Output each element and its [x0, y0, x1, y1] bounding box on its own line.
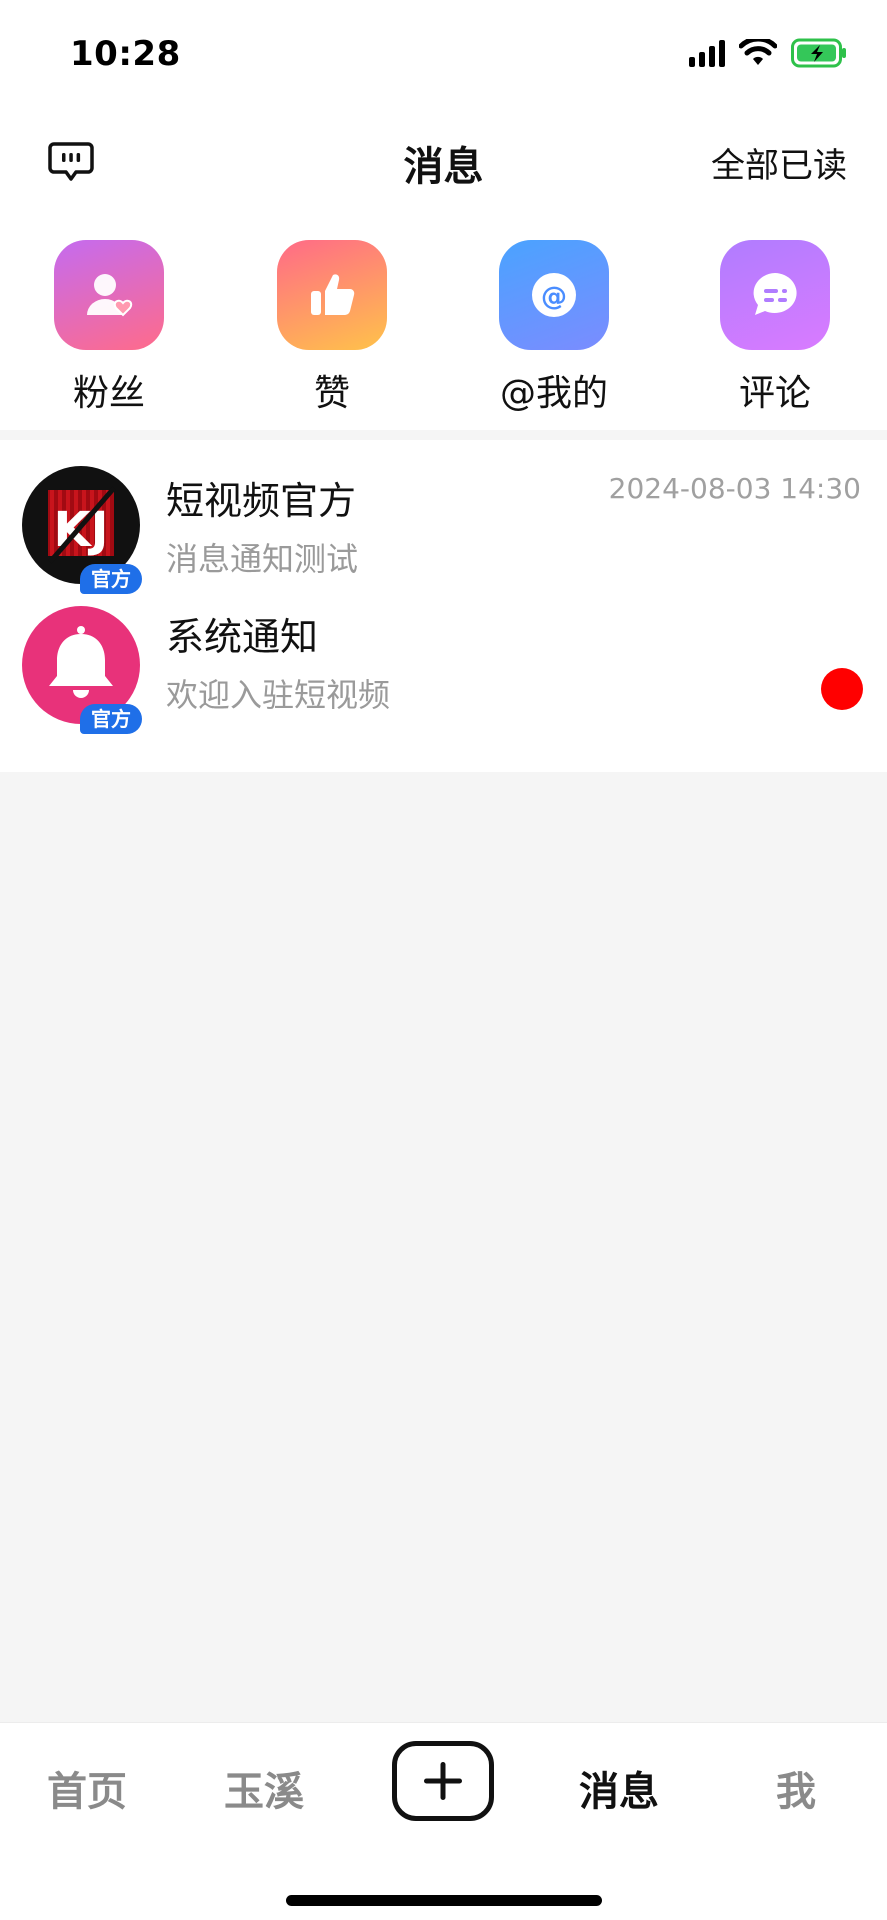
- page-header: 消息 全部已读: [0, 110, 887, 210]
- thumbs-up-icon: [277, 240, 387, 350]
- tab-me[interactable]: 我: [736, 1759, 856, 1817]
- plus-icon: [424, 1762, 462, 1800]
- quick-entry-fans[interactable]: 粉丝: [24, 240, 194, 416]
- message-timestamp: 2024-08-03 14:30: [608, 472, 861, 505]
- status-icons: [689, 38, 847, 68]
- quick-entry-comments[interactable]: 评论: [690, 240, 860, 416]
- message-preview: 消息通知测试: [166, 540, 359, 578]
- quick-entry-label: 赞: [313, 373, 350, 414]
- list-item[interactable]: 官方 系统通知 欢迎入驻短视频: [0, 606, 887, 772]
- battery-icon: [791, 38, 846, 68]
- list-item[interactable]: KJ 官方 短视频官方 消息通知测试 2024-08-03 14:30: [0, 440, 887, 606]
- quick-entry-label: @我的: [499, 373, 608, 414]
- cellular-signal-icon: [689, 39, 725, 67]
- at-icon: @: [499, 240, 609, 350]
- messages-screen: 10:28 消息 全部已读 粉丝 赞 @ @我的 评论 KJ 官方 短视频官方 …: [0, 0, 887, 1920]
- create-post-button[interactable]: [392, 1741, 494, 1821]
- comment-icon: [720, 240, 830, 350]
- tab-messages[interactable]: 消息: [559, 1759, 679, 1817]
- quick-entry-label: 评论: [738, 373, 811, 414]
- fans-icon: [54, 240, 164, 350]
- official-badge: 官方: [80, 564, 142, 594]
- quick-entry-mentions[interactable]: @ @我的: [469, 240, 639, 416]
- quick-entry-label: 粉丝: [72, 373, 145, 414]
- bottom-tabbar: 首页 玉溪 消息 我: [0, 1722, 887, 1920]
- status-bar: 10:28: [0, 0, 887, 110]
- message-preview: 欢迎入驻短视频: [166, 676, 391, 714]
- quick-entry-likes[interactable]: 赞: [247, 240, 417, 416]
- home-indicator: [286, 1895, 602, 1906]
- unread-dot: [821, 668, 863, 710]
- official-badge: 官方: [80, 704, 142, 734]
- status-time: 10:28: [70, 34, 181, 74]
- mark-all-read-button[interactable]: 全部已读: [711, 138, 847, 187]
- message-list: KJ 官方 短视频官方 消息通知测试 2024-08-03 14:30 官方 系…: [0, 440, 887, 772]
- sender-name: 系统通知: [166, 615, 319, 659]
- svg-text:@: @: [541, 282, 567, 312]
- quick-entries: 粉丝 赞 @ @我的 评论: [0, 210, 887, 430]
- wifi-icon: [739, 39, 777, 65]
- sender-name: 短视频官方: [166, 479, 357, 523]
- tab-home[interactable]: 首页: [27, 1759, 147, 1817]
- tab-yuxi[interactable]: 玉溪: [204, 1759, 324, 1817]
